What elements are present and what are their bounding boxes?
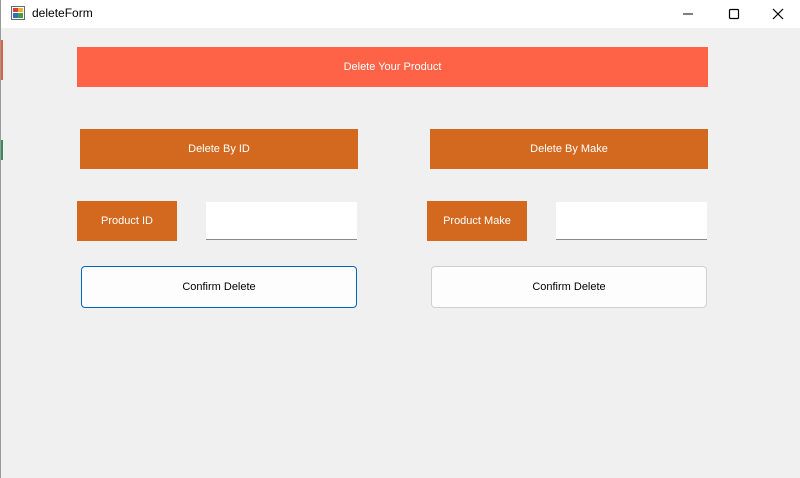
- product-make-input[interactable]: [556, 202, 707, 240]
- title-bar: deleteForm: [1, 0, 800, 28]
- close-icon: [772, 8, 784, 20]
- delete-by-id-header: Delete By ID: [80, 129, 358, 169]
- maximize-button[interactable]: [711, 0, 757, 28]
- maximize-icon: [728, 8, 740, 20]
- delete-form-window: deleteForm Delete Your Product Delete By…: [0, 0, 800, 478]
- page-title-banner: Delete Your Product: [77, 47, 708, 87]
- product-id-input[interactable]: [206, 202, 357, 240]
- window-title: deleteForm: [32, 6, 93, 20]
- product-id-label: Product ID: [77, 201, 177, 241]
- minimize-icon: [683, 13, 693, 15]
- edge-artifact: [1, 140, 3, 160]
- product-make-label: Product Make: [427, 201, 527, 241]
- app-icon: [11, 6, 25, 20]
- confirm-delete-by-id-button[interactable]: Confirm Delete: [81, 266, 357, 308]
- delete-by-make-header: Delete By Make: [430, 129, 708, 169]
- edge-artifact: [1, 40, 3, 80]
- close-button[interactable]: [755, 0, 800, 28]
- minimize-button[interactable]: [665, 0, 711, 28]
- confirm-delete-by-make-button[interactable]: Confirm Delete: [431, 266, 707, 308]
